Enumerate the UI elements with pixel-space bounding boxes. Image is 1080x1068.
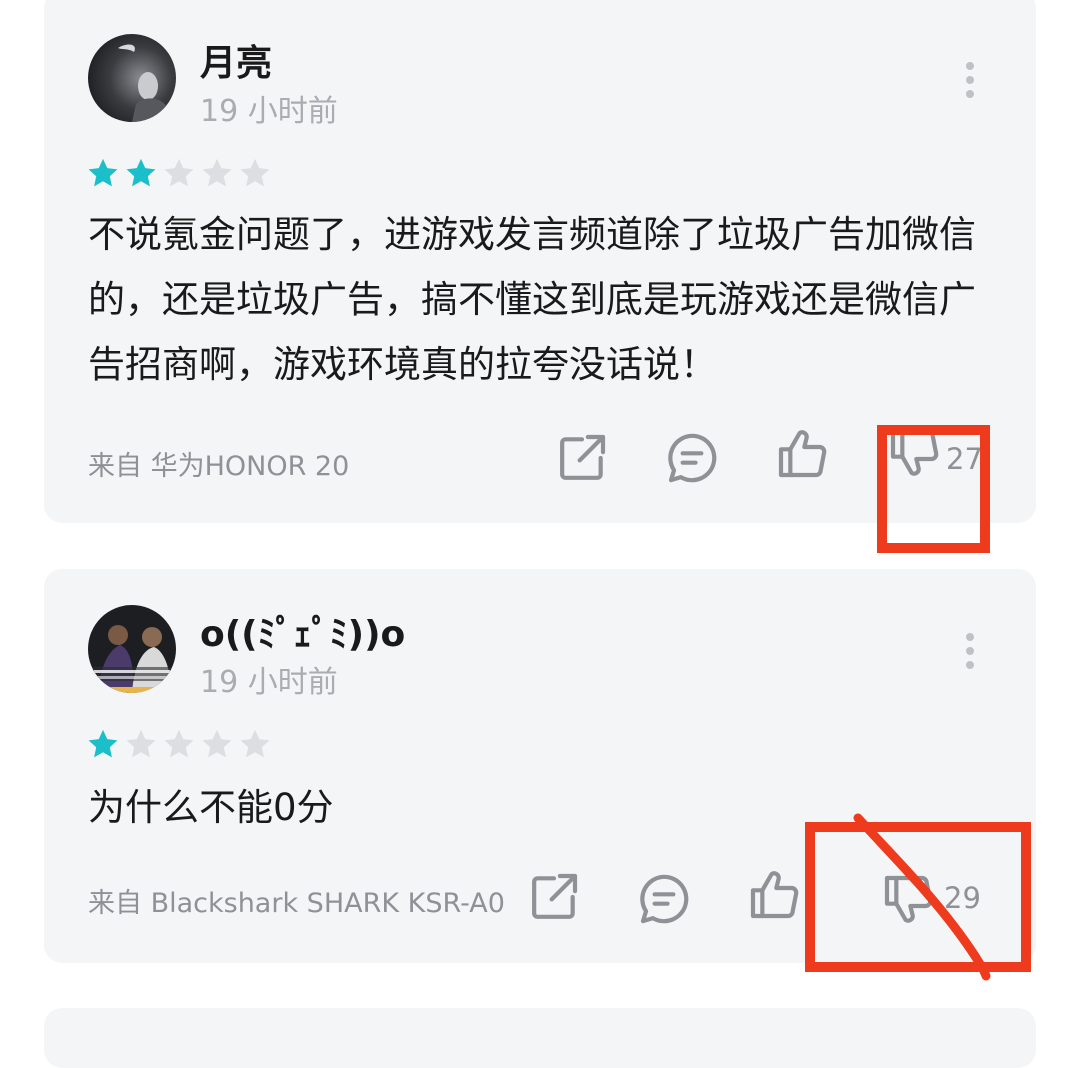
username[interactable]: o((ﾐﾟｪﾟﾐ))o bbox=[200, 605, 405, 657]
star-empty-icon bbox=[126, 729, 156, 758]
share-icon[interactable] bbox=[526, 869, 582, 925]
thumbs-up-icon[interactable] bbox=[746, 867, 802, 923]
star-rating bbox=[86, 156, 272, 190]
avatar[interactable] bbox=[88, 34, 176, 122]
star-empty-icon bbox=[164, 729, 194, 758]
star-empty-icon bbox=[240, 158, 270, 187]
more-vertical-icon[interactable] bbox=[960, 60, 980, 100]
device-label: 来自 Blackshark SHARK KSR-A0 bbox=[88, 888, 505, 919]
review-time: 19 小时前 bbox=[200, 665, 338, 700]
annotation-box bbox=[877, 425, 990, 553]
share-icon[interactable] bbox=[554, 430, 610, 486]
comment-icon[interactable] bbox=[636, 871, 692, 927]
username[interactable]: 月亮 bbox=[200, 34, 272, 86]
more-vertical-icon[interactable] bbox=[960, 631, 980, 671]
comment-icon[interactable] bbox=[664, 430, 720, 486]
review-content[interactable]: 不说氪金问题了，进游戏发言频道除了垃圾广告加微信的，还是垃圾广告，搞不懂这到底是… bbox=[88, 202, 988, 397]
star-empty-icon bbox=[202, 729, 232, 758]
star-filled-icon bbox=[88, 158, 118, 187]
star-empty-icon bbox=[240, 729, 270, 758]
star-empty-icon bbox=[202, 158, 232, 187]
review-card bbox=[44, 1008, 1036, 1068]
device-label: 来自 华为HONOR 20 bbox=[88, 451, 350, 482]
thumbs-up-icon[interactable] bbox=[774, 426, 830, 482]
review-time: 19 小时前 bbox=[200, 94, 338, 129]
star-filled-icon bbox=[88, 729, 118, 758]
star-empty-icon bbox=[164, 158, 194, 187]
avatar[interactable] bbox=[88, 605, 176, 693]
star-filled-icon bbox=[126, 158, 156, 187]
star-rating bbox=[86, 727, 272, 761]
annotation-box bbox=[805, 822, 1031, 972]
